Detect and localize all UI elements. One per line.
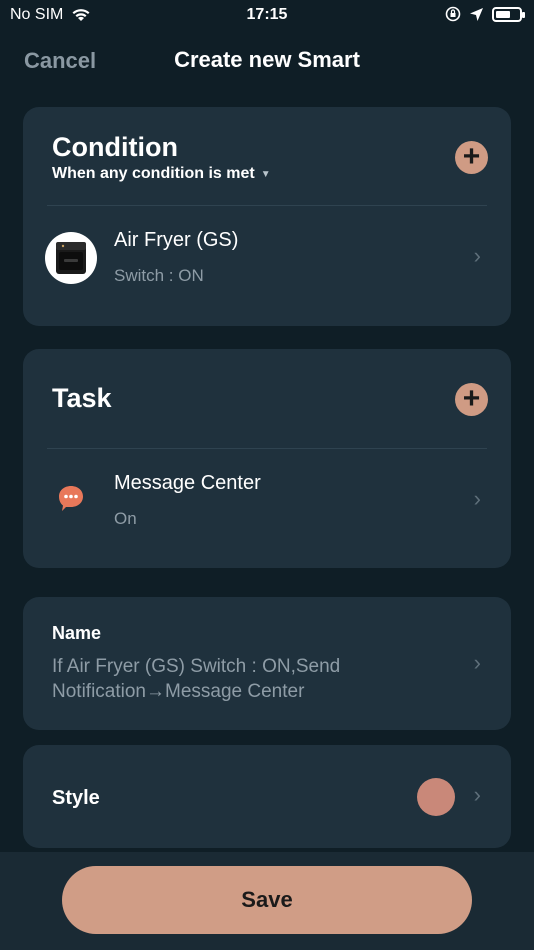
name-card[interactable]: Name If Air Fryer (GS) Switch : ON,Send …: [23, 597, 511, 730]
task-card: Task + Message Center On ›: [23, 349, 511, 568]
status-bar: No SIM 17:15: [0, 0, 534, 32]
save-button[interactable]: Save: [62, 866, 472, 934]
name-label: Name: [52, 623, 102, 643]
style-card[interactable]: Style ›: [23, 745, 511, 848]
orientation-lock-icon: [445, 6, 461, 22]
message-icon: [59, 486, 83, 511]
condition-card: Condition When any condition is met ▼ + …: [23, 107, 511, 326]
style-color-swatch: [417, 778, 455, 816]
add-condition-button[interactable]: +: [455, 141, 488, 174]
condition-item-title: Air Fryer (GS): [114, 229, 239, 251]
chevron-right-icon: ›: [473, 243, 481, 268]
name-value: If Air Fryer (GS) Switch : ON,Send Notif…: [52, 656, 341, 702]
condition-title: Condition: [52, 132, 178, 162]
condition-item-subtitle: Switch : ON: [114, 266, 204, 285]
condition-mode-label: When any condition is met: [52, 165, 255, 182]
air-fryer-icon: [56, 242, 86, 274]
add-task-button[interactable]: +: [455, 383, 488, 416]
air-fryer-thumbnail: [45, 232, 97, 284]
condition-mode-select[interactable]: When any condition is met ▼: [52, 165, 271, 183]
nav-header: Cancel Create new Smart: [0, 44, 534, 80]
task-title: Task: [52, 383, 112, 413]
location-icon: [470, 7, 483, 21]
chevron-down-icon: ▼: [260, 168, 271, 180]
condition-item[interactable]: Air Fryer (GS) Switch : ON ›: [23, 206, 511, 316]
chevron-right-icon: ›: [473, 782, 481, 807]
bottom-bar: Save: [0, 852, 534, 950]
task-item[interactable]: Message Center On ›: [23, 449, 511, 559]
chevron-right-icon: ›: [473, 650, 481, 675]
style-label: Style: [52, 787, 100, 809]
task-item-subtitle: On: [114, 509, 137, 528]
task-item-title: Message Center: [114, 472, 261, 494]
page-title: Create new Smart: [174, 47, 360, 72]
battery-icon: [492, 6, 525, 22]
chevron-right-icon: ›: [473, 486, 481, 511]
